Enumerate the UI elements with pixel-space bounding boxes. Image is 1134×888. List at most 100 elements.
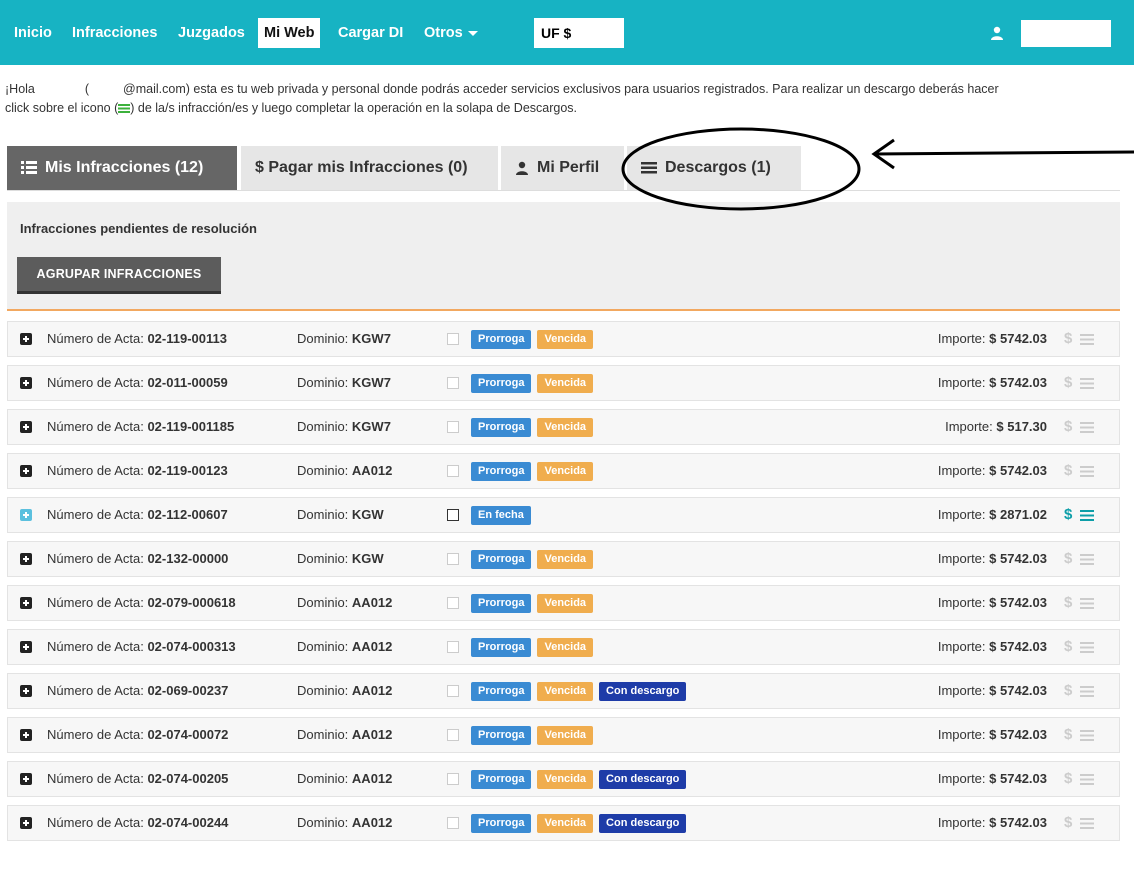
tab-pagar[interactable]: $ Pagar mis Infracciones (0) (241, 146, 498, 190)
importe-label: Importe: (937, 771, 986, 786)
importe-value: $ 5742.03 (989, 331, 1047, 346)
dollar-icon[interactable]: $ (1064, 454, 1072, 488)
dollar-icon[interactable]: $ (1064, 674, 1072, 708)
dollar-icon[interactable]: $ (1064, 410, 1072, 444)
dollar-icon[interactable]: $ (1064, 498, 1072, 532)
plus-square-icon[interactable] (20, 421, 32, 433)
lines-icon[interactable] (1080, 730, 1094, 741)
plus-square-icon[interactable] (20, 641, 32, 653)
acta-number: 02-074-000313 (147, 639, 236, 654)
row-checkbox[interactable] (447, 597, 459, 609)
dominio-label: Dominio: (297, 771, 349, 786)
importe-value: $ 5742.03 (989, 551, 1047, 566)
status-badge: Prorroga (471, 770, 532, 789)
dollar-icon[interactable]: $ (1064, 806, 1072, 840)
dominio-value: KGW (351, 507, 384, 522)
importe-label: Importe: (937, 507, 986, 522)
nav-mi-web[interactable]: Mi Web (258, 18, 321, 48)
dollar-icon[interactable]: $ (1064, 762, 1072, 796)
lines-icon[interactable] (1080, 774, 1094, 785)
nav-infracciones[interactable]: Infracciones (72, 18, 157, 48)
dollar-icon[interactable]: $ (1064, 366, 1072, 400)
tab-mi-perfil[interactable]: Mi Perfil (501, 146, 624, 190)
row-checkbox[interactable] (447, 553, 459, 565)
dominio-value: AA012 (351, 771, 393, 786)
intro-rest-text: ) de la/s infracción/es y luego completa… (130, 101, 578, 115)
dollar-icon[interactable]: $ (1064, 322, 1072, 356)
lines-icon[interactable] (1080, 378, 1094, 389)
intro-line-2: click sobre el icono ( ) de la/s infracci… (5, 99, 1125, 118)
plus-square-icon[interactable] (20, 465, 32, 477)
row-checkbox[interactable] (447, 509, 459, 521)
dollar-icon[interactable]: $ (1064, 718, 1072, 752)
row-checkbox[interactable] (447, 377, 459, 389)
plus-square-icon[interactable] (20, 685, 32, 697)
dominio-label: Dominio: (297, 595, 349, 610)
plus-square-icon[interactable] (20, 333, 32, 345)
row-checkbox[interactable] (447, 685, 459, 697)
green-lines-icon (118, 104, 131, 114)
lines-icon[interactable] (1080, 554, 1094, 565)
plus-square-icon[interactable] (20, 817, 32, 829)
status-badges: Prorroga Vencida (471, 638, 599, 657)
status-badges: Prorroga Vencida (471, 374, 599, 393)
status-badge: Vencida (537, 462, 594, 481)
user-icon[interactable] (990, 26, 1004, 40)
user-name-box[interactable] (1021, 20, 1111, 47)
row-checkbox[interactable] (447, 817, 459, 829)
dominio-cell: Dominio: KGW (297, 498, 384, 532)
status-badge: Prorroga (471, 462, 532, 481)
plus-square-icon[interactable] (20, 553, 32, 565)
importe-value: $ 5742.03 (989, 595, 1047, 610)
importe-label: Importe: (945, 419, 993, 434)
dollar-icon[interactable]: $ (1064, 586, 1072, 620)
importe-value: $ 2871.02 (989, 507, 1047, 522)
dominio-value: AA012 (351, 727, 393, 742)
row-checkbox[interactable] (447, 333, 459, 345)
importe-cell: Importe: $ 517.30 (945, 410, 1047, 444)
row-checkbox[interactable] (447, 641, 459, 653)
table-row: Número de Acta: 02-112-00607 Dominio: KGW… (7, 497, 1120, 533)
dollar-icon[interactable]: $ (1064, 630, 1072, 664)
row-checkbox[interactable] (447, 465, 459, 477)
lines-icon[interactable] (1080, 510, 1094, 521)
lines-icon[interactable] (1080, 598, 1094, 609)
nav-otros[interactable]: Otros (424, 18, 478, 48)
plus-square-icon[interactable] (20, 773, 32, 785)
acta-cell: Número de Acta: 02-119-00113 (47, 322, 227, 356)
lines-icon[interactable] (1080, 642, 1094, 653)
lines-icon[interactable] (1080, 334, 1094, 345)
acta-cell: Número de Acta: 02-119-00123 (47, 454, 228, 488)
dollar-icon[interactable]: $ (1064, 542, 1072, 576)
annotation-ellipse (621, 127, 861, 211)
acta-label: Número de Acta: (47, 683, 144, 698)
nav-inicio[interactable]: Inicio (14, 18, 52, 48)
nav-cargar-di[interactable]: Cargar DI (338, 18, 403, 48)
row-checkbox[interactable] (447, 421, 459, 433)
intro-click-text: click sobre el icono ( (5, 101, 119, 115)
table-row: Número de Acta: 02-119-00123 Dominio: AA0… (7, 453, 1120, 489)
tab-mi-perfil-label: Mi Perfil (537, 159, 600, 176)
nav-juzgados[interactable]: Juzgados (178, 18, 245, 48)
status-badge: Con descargo (599, 770, 687, 789)
row-checkbox[interactable] (447, 729, 459, 741)
dominio-value: KGW7 (351, 419, 391, 434)
group-infractions-button[interactable]: AGRUPAR INFRACCIONES (17, 257, 221, 291)
row-checkbox[interactable] (447, 773, 459, 785)
acta-label: Número de Acta: (47, 727, 144, 742)
plus-square-icon[interactable] (20, 509, 32, 521)
lines-icon[interactable] (1080, 422, 1094, 433)
lines-icon[interactable] (1080, 686, 1094, 697)
table-row: Número de Acta: 02-074-00072 Dominio: AA0… (7, 717, 1120, 753)
acta-cell: Número de Acta: 02-132-00000 (47, 542, 228, 576)
status-badge: Vencida (537, 330, 594, 349)
lines-icon[interactable] (1080, 818, 1094, 829)
tab-mis-infracciones[interactable]: Mis Infracciones (12) (7, 146, 237, 190)
plus-square-icon[interactable] (20, 377, 32, 389)
uf-value-box[interactable]: UF $ (534, 18, 624, 48)
lines-icon[interactable] (1080, 466, 1094, 477)
status-badge: En fecha (471, 506, 531, 525)
plus-square-icon[interactable] (20, 729, 32, 741)
dominio-cell: Dominio: AA012 (297, 454, 392, 488)
plus-square-icon[interactable] (20, 597, 32, 609)
